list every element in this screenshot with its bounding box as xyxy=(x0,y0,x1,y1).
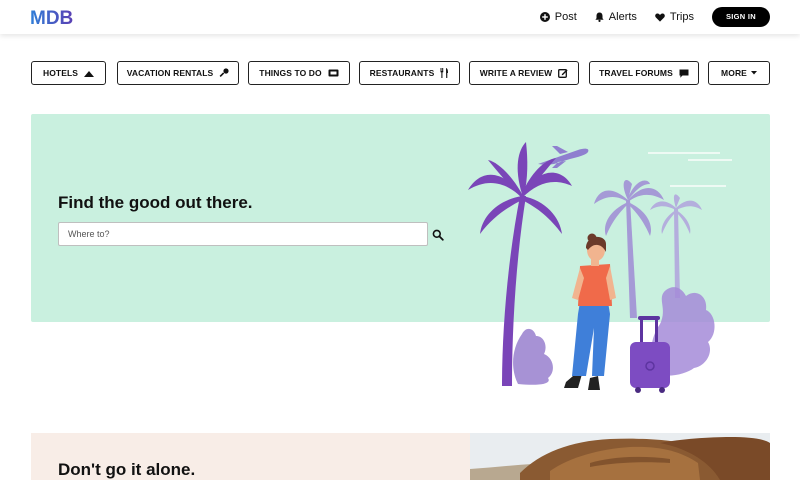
trips-label: Trips xyxy=(669,11,694,23)
travel-illustration xyxy=(468,142,732,393)
hotels-label: HOTELS xyxy=(42,68,79,78)
restaurants-button[interactable]: RESTAURANTS xyxy=(359,61,460,85)
vacation-rentals-label: VACATION RENTALS xyxy=(126,68,214,78)
category-bar: HOTELS VACATION RENTALS THINGS TO DO RES… xyxy=(31,61,770,87)
destination-search-input[interactable]: Where to? xyxy=(58,222,428,246)
utensils-icon xyxy=(440,68,449,78)
traveler-woman xyxy=(564,233,616,390)
palm-tree-light-small xyxy=(650,194,702,298)
more-dropdown[interactable]: MORE xyxy=(708,61,770,85)
write-a-review-button[interactable]: WRITE A REVIEW xyxy=(469,61,579,85)
svg-text:MDB: MDB xyxy=(30,8,73,27)
caret-down-icon xyxy=(750,71,757,75)
sign-in-button[interactable]: SIGN IN xyxy=(711,7,770,27)
ticket-icon xyxy=(328,69,339,77)
hotels-button[interactable]: HOTELS xyxy=(31,61,106,85)
heart-icon xyxy=(655,13,665,22)
bell-icon xyxy=(595,12,604,22)
companions-section-title: Don't go it alone. xyxy=(58,460,196,479)
trips-link[interactable]: Trips xyxy=(655,11,694,23)
travel-forums-label: TRAVEL FORUMS xyxy=(599,68,673,78)
comment-icon xyxy=(679,69,689,78)
bush-left xyxy=(513,328,553,385)
vacation-rentals-button[interactable]: VACATION RENTALS xyxy=(117,61,239,85)
edit-icon xyxy=(558,69,568,78)
key-icon xyxy=(219,68,229,78)
post-label: Post xyxy=(554,11,577,23)
post-link[interactable]: Post xyxy=(539,11,577,23)
cloud-lines xyxy=(648,152,732,187)
top-navbar: MDB Post Alerts Trips SIGN IN xyxy=(0,0,800,34)
plus-circle-icon xyxy=(539,12,550,22)
alerts-link[interactable]: Alerts xyxy=(595,11,637,23)
travel-forums-button[interactable]: TRAVEL FORUMS xyxy=(589,61,699,85)
things-to-do-label: THINGS TO DO xyxy=(259,68,322,78)
hotel-bed-icon xyxy=(84,70,95,77)
alerts-label: Alerts xyxy=(608,11,637,23)
hero-title: Find the good out there. xyxy=(58,193,253,212)
things-to-do-button[interactable]: THINGS TO DO xyxy=(248,61,350,85)
desert-landscape-photo xyxy=(470,433,770,480)
more-label: MORE xyxy=(721,68,747,78)
write-a-review-label: WRITE A REVIEW xyxy=(479,68,553,78)
restaurants-label: RESTAURANTS xyxy=(369,68,435,78)
mdb-logo[interactable]: MDB xyxy=(30,7,80,27)
search-icon[interactable] xyxy=(432,229,444,241)
